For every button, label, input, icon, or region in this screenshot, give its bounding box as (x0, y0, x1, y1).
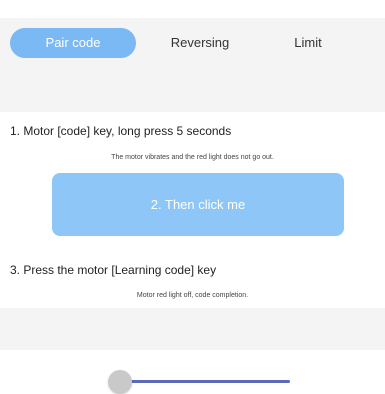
tab-reversing[interactable]: Reversing (150, 28, 250, 58)
tab-limit[interactable]: Limit (268, 28, 348, 58)
step1-title: 1. Motor [code] key, long press 5 second… (10, 124, 232, 138)
divider-band (0, 70, 385, 112)
step1-note: The motor vibrates and the red light doe… (111, 154, 274, 161)
slider-track[interactable] (120, 380, 290, 383)
tab-pair-code[interactable]: Pair code (10, 28, 136, 58)
divider-band (0, 308, 385, 350)
slider-thumb[interactable] (108, 370, 132, 394)
step3-note: Motor red light off, code completion. (136, 292, 249, 299)
tab-bar: Pair code Reversing Limit (0, 18, 385, 70)
then-click-me-button[interactable]: 2. Then click me (52, 173, 344, 236)
step3-title: 3. Press the motor [Learning code] key (10, 263, 217, 277)
